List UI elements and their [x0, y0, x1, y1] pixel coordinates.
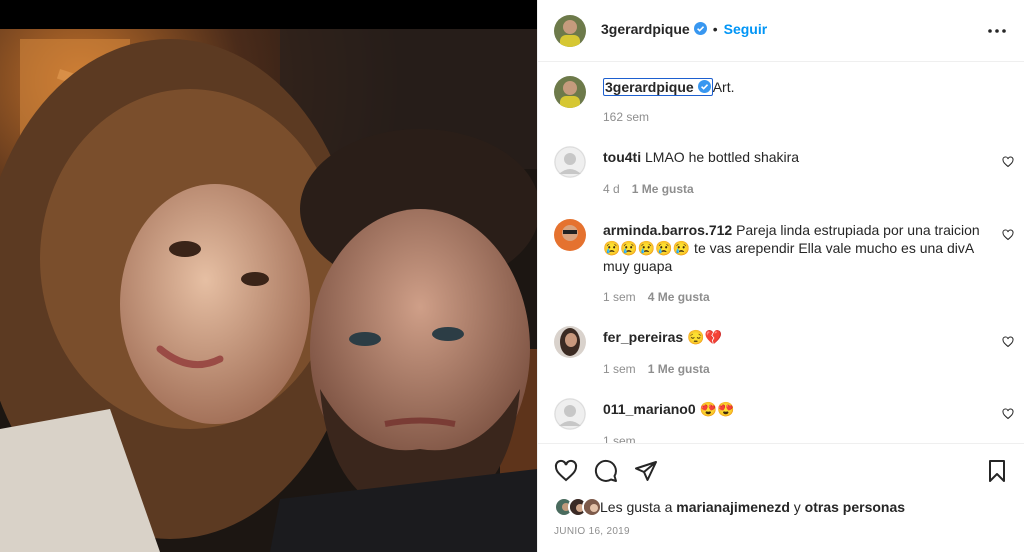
comment-likes[interactable]: 1 Me gusta — [632, 182, 694, 196]
author-username[interactable]: 3gerardpique — [601, 21, 690, 37]
author-avatar[interactable] — [554, 15, 586, 47]
likes-summary: Les gusta a marianajimenezd y otras pers… — [600, 499, 905, 515]
heart-icon[interactable] — [554, 459, 578, 483]
post-photo[interactable] — [0, 29, 537, 552]
more-horizontal-icon[interactable] — [987, 24, 1007, 38]
comment-likes[interactable]: 4 Me gusta — [648, 290, 710, 304]
caption-username-box[interactable]: 3gerardpique — [603, 78, 713, 96]
likes-conjunction: y — [793, 499, 801, 515]
commenter-avatar[interactable] — [554, 219, 586, 251]
comment-time[interactable]: 1 sem — [603, 434, 636, 443]
verified-badge-icon — [697, 80, 711, 93]
photo-top-bar — [0, 0, 537, 29]
comment-like-icon[interactable] — [1002, 229, 1014, 241]
verified-badge-icon — [693, 22, 707, 35]
comment-likes[interactable]: 1 Me gusta — [648, 362, 710, 376]
commenter-username[interactable]: 011_mariano0 — [603, 401, 696, 417]
comment-time[interactable]: 4 d — [603, 182, 620, 196]
comment-like-icon[interactable] — [1002, 156, 1014, 168]
commenter-avatar[interactable] — [554, 326, 586, 358]
liker-username[interactable]: marianajimenezd — [676, 499, 790, 515]
liker-avatar — [582, 497, 602, 517]
comment-text: LMAO he bottled shakira — [645, 149, 800, 165]
follow-button[interactable]: Seguir — [724, 21, 768, 37]
likes-prefix: Les gusta a — [600, 499, 673, 515]
comments-list[interactable]: 3gerardpique Art. 162 sem tou4ti LMAO he … — [538, 63, 1024, 443]
separator-dot: • — [712, 21, 718, 37]
author-avatar[interactable] — [554, 76, 586, 108]
post-photo-pane — [0, 0, 537, 552]
bookmark-icon[interactable] — [985, 459, 1009, 483]
comment-like-icon[interactable] — [1002, 408, 1014, 420]
caption-time[interactable]: 162 sem — [603, 110, 649, 124]
commenter-avatar[interactable] — [554, 146, 586, 178]
caption-username[interactable]: 3gerardpique — [605, 79, 694, 95]
comment-time[interactable]: 1 sem — [603, 290, 636, 304]
share-icon[interactable] — [634, 459, 658, 483]
commenter-username[interactable]: fer_pereiras — [603, 329, 683, 345]
post-date[interactable]: JUNIO 16, 2019 — [554, 526, 630, 537]
commenter-avatar[interactable] — [554, 398, 586, 430]
caption-text: Art. — [712, 79, 735, 95]
commenter-username[interactable]: tou4ti — [603, 149, 641, 165]
comment-text: 😍😍 — [699, 401, 735, 417]
likers-avatars[interactable] — [554, 497, 602, 517]
others-likes-link[interactable]: otras personas — [805, 499, 905, 515]
comment-icon[interactable] — [594, 459, 618, 483]
comment-time[interactable]: 1 sem — [603, 362, 636, 376]
post-header: 3gerardpique • Seguir — [538, 0, 1024, 62]
commenter-username[interactable]: arminda.barros.712 — [603, 222, 732, 238]
comment-text: 😔💔 — [687, 329, 722, 345]
comment-like-icon[interactable] — [1002, 336, 1014, 348]
post-side-panel: 3gerardpique • Seguir 3gerardpique Art. 162… — [537, 0, 1024, 552]
